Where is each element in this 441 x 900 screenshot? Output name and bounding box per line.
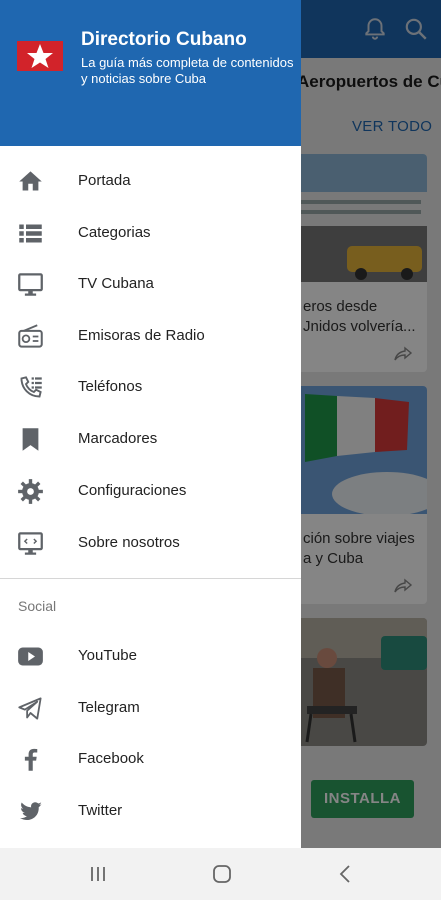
menu-item-categorias[interactable]: Categorias — [0, 208, 301, 258]
facebook-icon — [24, 748, 38, 771]
menu-item-telefonos[interactable]: Teléfonos — [0, 362, 301, 412]
social-item-label: YouTube — [78, 647, 137, 664]
menu-item-label: Marcadores — [78, 430, 158, 447]
recent-apps-icon[interactable] — [86, 862, 110, 886]
drawer-divider — [0, 578, 301, 579]
social-item-label: Facebook — [78, 750, 144, 767]
monitor-icon — [18, 273, 43, 296]
screen: Aeropuertos de Cub VER TODO eros desde J… — [0, 0, 441, 900]
social-item-telegram[interactable]: Telegram — [0, 683, 301, 733]
menu-item-label: Configuraciones — [78, 482, 187, 499]
menu-item-sobre-nosotros[interactable]: Sobre nosotros — [0, 518, 301, 568]
youtube-icon — [18, 647, 43, 666]
gear-icon — [18, 479, 43, 504]
app-subtitle: La guía más completa de contenidos y not… — [81, 55, 294, 86]
social-item-label: Telegram — [78, 699, 140, 716]
social-heading: Social — [18, 598, 57, 614]
home-button-icon[interactable] — [210, 862, 234, 886]
back-icon[interactable] — [334, 862, 358, 886]
twitter-icon — [20, 802, 42, 821]
navigation-drawer: Directorio Cubano La guía más completa d… — [0, 0, 301, 848]
phone-list-icon — [20, 376, 42, 398]
social-item-twitter[interactable]: Twitter — [0, 786, 301, 836]
home-icon — [19, 171, 42, 191]
telegram-icon — [18, 697, 42, 720]
menu-item-label: Categorias — [78, 224, 151, 241]
menu-item-label: Emisoras de Radio — [78, 327, 205, 344]
radio-icon — [18, 324, 43, 348]
menu-item-label: Teléfonos — [78, 378, 143, 395]
bookmark-icon — [22, 428, 39, 451]
app-title: Directorio Cubano — [81, 29, 247, 50]
menu-item-configuraciones[interactable]: Configuraciones — [0, 466, 301, 516]
menu-item-label: Sobre nosotros — [78, 534, 180, 551]
code-monitor-icon — [18, 532, 43, 555]
social-item-facebook[interactable]: Facebook — [0, 734, 301, 784]
app-logo — [17, 41, 63, 71]
system-nav-bar — [0, 848, 441, 900]
drawer-header: Directorio Cubano La guía más completa d… — [0, 0, 301, 146]
menu-item-label: Portada — [78, 172, 131, 189]
list-icon — [19, 224, 42, 243]
menu-item-portada[interactable]: Portada — [0, 156, 301, 206]
social-item-youtube[interactable]: YouTube — [0, 631, 301, 681]
menu-item-emisoras-de-radio[interactable]: Emisoras de Radio — [0, 311, 301, 361]
menu-item-label: TV Cubana — [78, 275, 154, 292]
menu-item-tv-cubana[interactable]: TV Cubana — [0, 259, 301, 309]
menu-item-marcadores[interactable]: Marcadores — [0, 414, 301, 464]
social-item-label: Twitter — [78, 802, 123, 819]
